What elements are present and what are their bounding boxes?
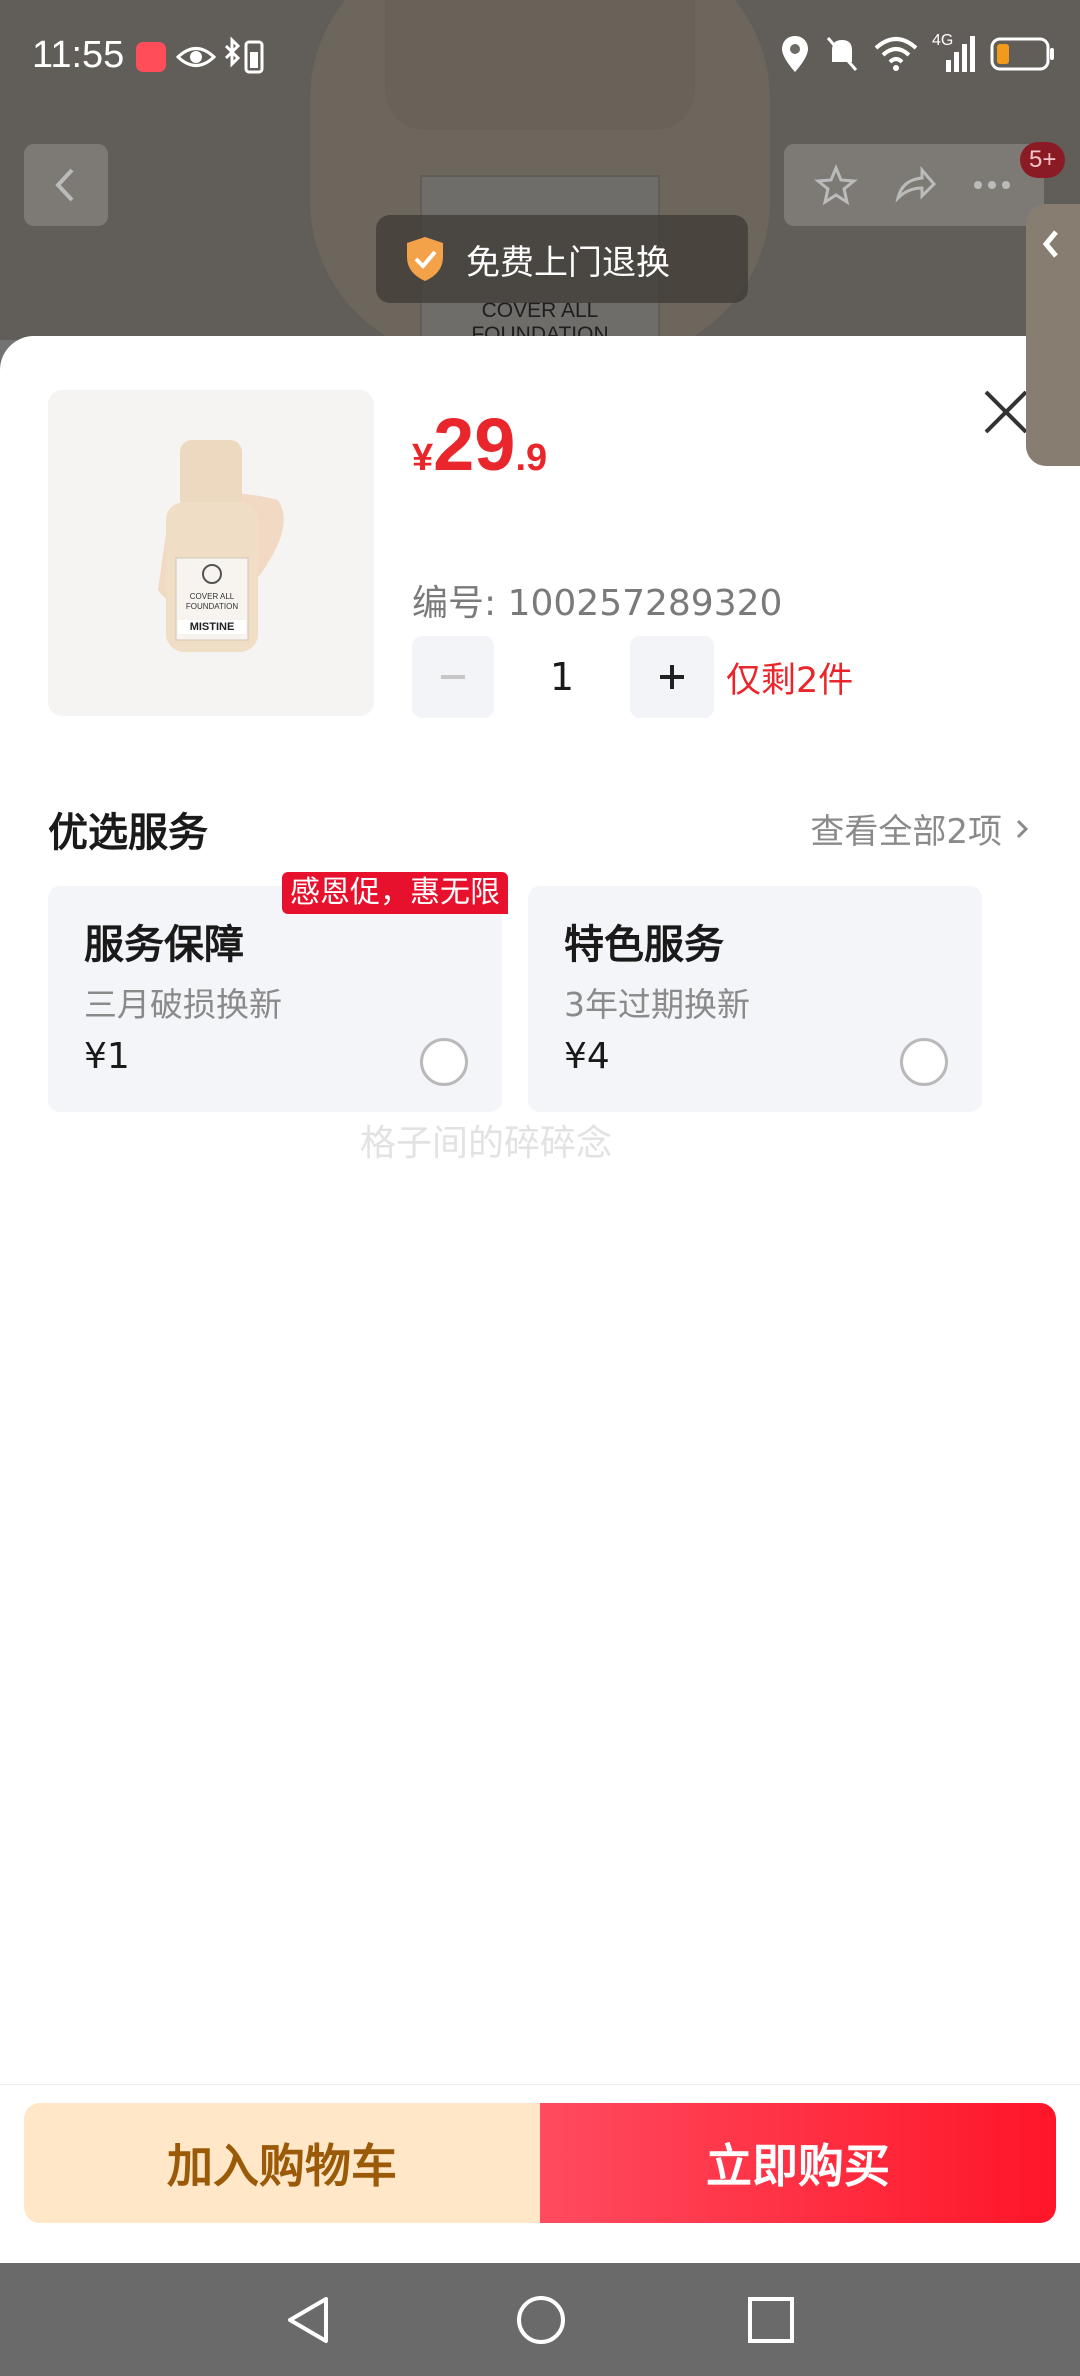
cellular-signal-icon: 4G: [932, 32, 976, 74]
side-drawer-handle[interactable]: [1026, 204, 1080, 466]
battery-icon: [990, 37, 1054, 71]
service-name: 服务保障: [84, 922, 244, 968]
view-all-services-label: 查看全部2项: [810, 812, 1002, 852]
watermark: 格子间的碎碎念: [360, 1123, 613, 1164]
buy-now-button[interactable]: 立即购买: [540, 2103, 1056, 2223]
location-icon: [782, 36, 808, 72]
minus-icon: [441, 675, 465, 679]
chevron-left-icon: [1042, 230, 1058, 258]
free-return-text: 免费上门退换: [466, 242, 670, 283]
sku-number: 编号: 100257289320: [412, 583, 783, 624]
eye-icon: [176, 47, 216, 67]
stock-remaining-note: 仅剩2件: [726, 661, 854, 701]
service-description: 3年过期换新: [564, 985, 750, 1024]
chevron-left-icon: [55, 168, 74, 202]
service-price: ¥4: [564, 1036, 610, 1077]
sku-selector-sheet: COVER ALL FOUNDATION MISTINE ¥29.9 编号: 1…: [0, 336, 1080, 2263]
thumb-label-line2: FOUNDATION: [185, 602, 239, 611]
product-thumbnail[interactable]: COVER ALL FOUNDATION MISTINE: [48, 390, 374, 716]
shield-check-icon: [407, 237, 443, 281]
service-card-protection[interactable]: 服务保障 三月破损换新 ¥1: [48, 886, 502, 1112]
bluetooth-battery-icon: [224, 36, 264, 74]
add-to-cart-button[interactable]: 加入购物车: [24, 2103, 540, 2223]
price-decimal: .9: [515, 437, 548, 479]
services-title: 优选服务: [48, 810, 208, 856]
promo-tag: 感恩促，惠无限: [282, 872, 508, 914]
share-icon[interactable]: [884, 144, 944, 226]
nav-home-icon[interactable]: [514, 2293, 568, 2347]
service-select-radio[interactable]: [900, 1038, 948, 1086]
service-card-special[interactable]: 特色服务 3年过期换新 ¥4: [528, 886, 982, 1112]
service-name: 特色服务: [564, 922, 724, 968]
mute-bell-icon: [826, 37, 858, 71]
free-return-banner: 免费上门退换: [376, 215, 748, 303]
quantity-decrease-button[interactable]: [412, 636, 494, 718]
thumb-brand: MISTINE: [189, 621, 235, 633]
service-description: 三月破损换新: [84, 985, 282, 1024]
quantity-increase-button[interactable]: [630, 636, 714, 718]
thumb-label-line1: COVER ALL: [189, 592, 235, 601]
star-favorite-icon[interactable]: [806, 144, 866, 226]
system-navigation-bar: [0, 2263, 1080, 2376]
quantity-value[interactable]: 1: [494, 636, 630, 718]
service-select-radio[interactable]: [420, 1038, 468, 1086]
wifi-icon: [874, 37, 918, 71]
notification-app-icon: [136, 42, 166, 72]
view-all-services-link[interactable]: 查看全部2项: [810, 804, 1030, 853]
price-currency: ¥: [412, 437, 434, 479]
nav-back-icon[interactable]: [282, 2293, 336, 2347]
plus-icon: [660, 665, 684, 689]
status-bar: 11:55 4G: [0, 0, 1080, 118]
nav-recent-apps-icon[interactable]: [744, 2293, 798, 2347]
price-integer: 29: [433, 403, 516, 486]
header-actions: [784, 144, 1044, 226]
status-time: 11:55: [32, 34, 125, 76]
cart-count-badge: 5+: [1020, 142, 1066, 178]
purchase-action-bar: 加入购物车 立即购买: [0, 2084, 1080, 2263]
foundation-bottle-image: [158, 440, 284, 652]
service-price: ¥1: [84, 1036, 130, 1077]
more-icon[interactable]: [962, 144, 1022, 226]
chevron-right-icon: [1016, 819, 1029, 838]
back-button[interactable]: [24, 144, 108, 226]
price: ¥29.9: [412, 402, 547, 487]
